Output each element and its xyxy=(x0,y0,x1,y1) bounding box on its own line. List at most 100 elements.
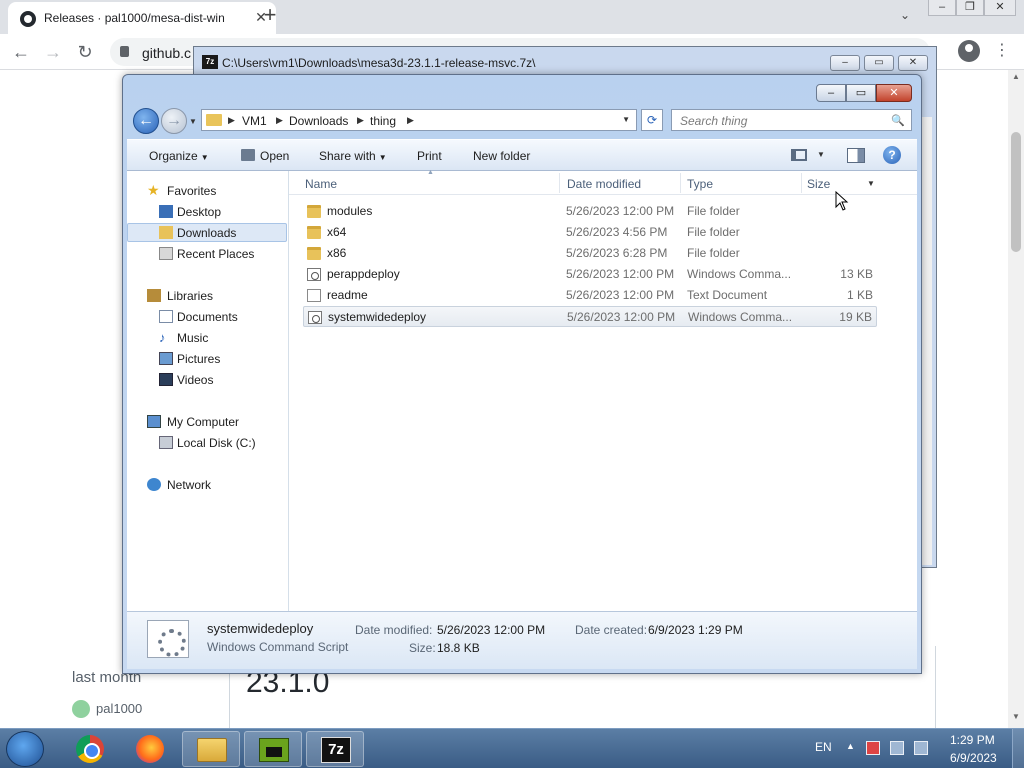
nav-network-label: Network xyxy=(167,478,212,492)
explorer-close-button[interactable]: ✕ xyxy=(876,84,912,102)
open-button[interactable]: Open xyxy=(241,149,289,163)
release-author-link[interactable]: pal1000 xyxy=(96,701,142,716)
column-header-name[interactable]: Name xyxy=(305,177,337,191)
column-divider[interactable] xyxy=(801,173,802,193)
browser-restore-button[interactable]: ❐ xyxy=(956,0,984,16)
breadcrumb-separator-icon[interactable]: ▶ xyxy=(276,115,283,126)
view-options-icon[interactable] xyxy=(791,149,807,161)
chevron-down-icon[interactable]: ▼ xyxy=(867,179,875,188)
taskbar-firefox[interactable] xyxy=(120,731,178,767)
breadcrumb-downloads[interactable]: Downloads xyxy=(289,114,348,128)
file-date: 5/26/2023 12:00 PM xyxy=(566,204,675,218)
forward-arrow-icon[interactable]: → xyxy=(42,42,64,64)
show-desktop-button[interactable] xyxy=(1012,729,1024,768)
help-icon[interactable]: ? xyxy=(883,146,901,164)
browser-menu-button[interactable]: ⋮ xyxy=(994,40,1010,62)
network-status-icon[interactable] xyxy=(890,741,904,755)
details-date-created: 6/9/2023 1:29 PM xyxy=(648,623,743,637)
lock-icon xyxy=(120,46,129,57)
reload-icon[interactable]: ↻ xyxy=(74,42,96,64)
clock-date[interactable]: 6/9/2023 xyxy=(950,751,997,765)
back-button[interactable]: ← xyxy=(133,108,159,134)
address-bar[interactable]: ▶ VM1 ▶ Downloads ▶ thing ▶ ▼ xyxy=(201,109,637,131)
organize-label: Organize xyxy=(149,149,198,163)
explorer-maximize-button[interactable]: ▭ xyxy=(846,84,876,102)
recent-locations-dropdown-icon[interactable]: ▼ xyxy=(189,117,199,127)
nav-my-computer[interactable]: My Computer xyxy=(127,412,287,431)
breadcrumb-thing[interactable]: thing xyxy=(370,114,396,128)
nav-desktop[interactable]: Desktop xyxy=(127,202,287,221)
page-scrollbar[interactable]: ▲ ▼ xyxy=(1008,70,1024,728)
pictures-icon xyxy=(159,352,173,365)
refresh-icon[interactable]: ⟳ xyxy=(641,109,663,131)
print-button[interactable]: Print xyxy=(417,149,442,163)
avatar[interactable] xyxy=(72,700,90,718)
sevenzip-minimize-button[interactable]: – xyxy=(830,55,860,71)
taskbar-chrome[interactable] xyxy=(60,731,118,767)
new-tab-button[interactable]: + xyxy=(258,4,282,28)
start-button[interactable] xyxy=(6,731,44,767)
details-size-label: Size: xyxy=(409,641,436,655)
share-with-button[interactable]: Share with ▼ xyxy=(319,149,387,163)
nav-favorites[interactable]: ★ Favorites xyxy=(127,181,287,200)
clock-time[interactable]: 1:29 PM xyxy=(950,733,995,747)
back-arrow-icon[interactable]: ← xyxy=(10,42,32,64)
nav-libraries[interactable]: Libraries xyxy=(127,286,287,305)
taskbar-explorer[interactable] xyxy=(182,731,240,767)
breadcrumb-separator-icon[interactable]: ▶ xyxy=(228,115,235,126)
preview-pane-icon[interactable] xyxy=(847,148,865,163)
page-scrollbar-thumb[interactable] xyxy=(1011,132,1021,252)
folder-icon xyxy=(206,114,222,126)
column-divider[interactable] xyxy=(559,173,560,193)
browser-tab[interactable]: Releases · pal1000/mesa-dist-win ✕ xyxy=(8,2,276,34)
nav-pictures-label: Pictures xyxy=(177,352,221,366)
nav-videos[interactable]: Videos xyxy=(127,370,287,389)
address-dropdown-icon[interactable]: ▼ xyxy=(622,115,630,124)
tab-search-chevron-icon[interactable]: ⌄ xyxy=(896,8,914,26)
file-row[interactable]: x64 5/26/2023 4:56 PM File folder xyxy=(303,222,877,243)
scroll-down-arrow-icon[interactable]: ▼ xyxy=(1008,712,1024,726)
breadcrumb-separator-icon[interactable]: ▶ xyxy=(357,115,364,126)
nav-pictures[interactable]: Pictures xyxy=(127,349,287,368)
language-indicator[interactable]: EN xyxy=(815,740,832,754)
explorer-minimize-button[interactable]: – xyxy=(816,84,846,102)
nav-local-disk[interactable]: Local Disk (C:) xyxy=(127,433,287,452)
nav-documents[interactable]: Documents xyxy=(127,307,287,326)
nav-network[interactable]: Network xyxy=(127,475,287,494)
scroll-up-arrow-icon[interactable]: ▲ xyxy=(1008,72,1024,86)
organize-button[interactable]: Organize ▼ xyxy=(149,149,209,163)
sevenzip-close-button[interactable]: ✕ xyxy=(898,55,928,71)
profile-icon[interactable] xyxy=(958,40,980,62)
browser-close-button[interactable]: ✕ xyxy=(984,0,1016,16)
column-header-type[interactable]: Type xyxy=(687,177,713,191)
tray-overflow-arrow-icon[interactable]: ▲ xyxy=(846,741,855,751)
breadcrumb-separator-icon[interactable]: ▶ xyxy=(407,115,414,126)
nav-recent-places[interactable]: Recent Places xyxy=(127,244,287,263)
star-icon: ★ xyxy=(147,182,160,198)
column-divider[interactable] xyxy=(680,173,681,193)
file-row-selected[interactable]: systemwidedeploy 5/26/2023 12:00 PM Wind… xyxy=(303,306,877,327)
search-icon[interactable]: 🔍 xyxy=(891,114,905,127)
file-row[interactable]: modules 5/26/2023 12:00 PM File folder xyxy=(303,201,877,222)
file-type: File folder xyxy=(687,246,740,260)
chevron-down-icon[interactable]: ▼ xyxy=(817,150,825,159)
taskbar-7zip[interactable]: 7z xyxy=(306,731,364,767)
search-input[interactable]: Search thing 🔍 xyxy=(671,109,912,131)
taskbar-terminal[interactable] xyxy=(244,731,302,767)
nav-downloads[interactable]: Downloads xyxy=(127,223,287,242)
browser-minimize-button[interactable]: – xyxy=(928,0,956,16)
file-row[interactable]: perappdeploy 5/26/2023 12:00 PM Windows … xyxy=(303,264,877,285)
column-header-date-modified[interactable]: Date modified xyxy=(567,177,641,191)
forward-button[interactable]: → xyxy=(161,108,187,134)
sevenzip-restore-button[interactable]: ▭ xyxy=(864,55,894,71)
file-row[interactable]: x86 5/26/2023 6:28 PM File folder xyxy=(303,243,877,264)
volume-muted-icon[interactable] xyxy=(914,741,928,755)
column-header-size[interactable]: Size xyxy=(807,177,830,191)
new-folder-button[interactable]: New folder xyxy=(473,149,530,163)
documents-icon xyxy=(159,310,173,323)
file-row[interactable]: readme 5/26/2023 12:00 PM Text Document … xyxy=(303,285,877,306)
nav-music[interactable]: ♪ Music xyxy=(127,328,287,347)
taskbar: 7z EN ▲ 1:29 PM 6/9/2023 xyxy=(0,728,1024,768)
action-center-icon[interactable] xyxy=(866,741,880,755)
breadcrumb-vm1[interactable]: VM1 xyxy=(242,114,267,128)
